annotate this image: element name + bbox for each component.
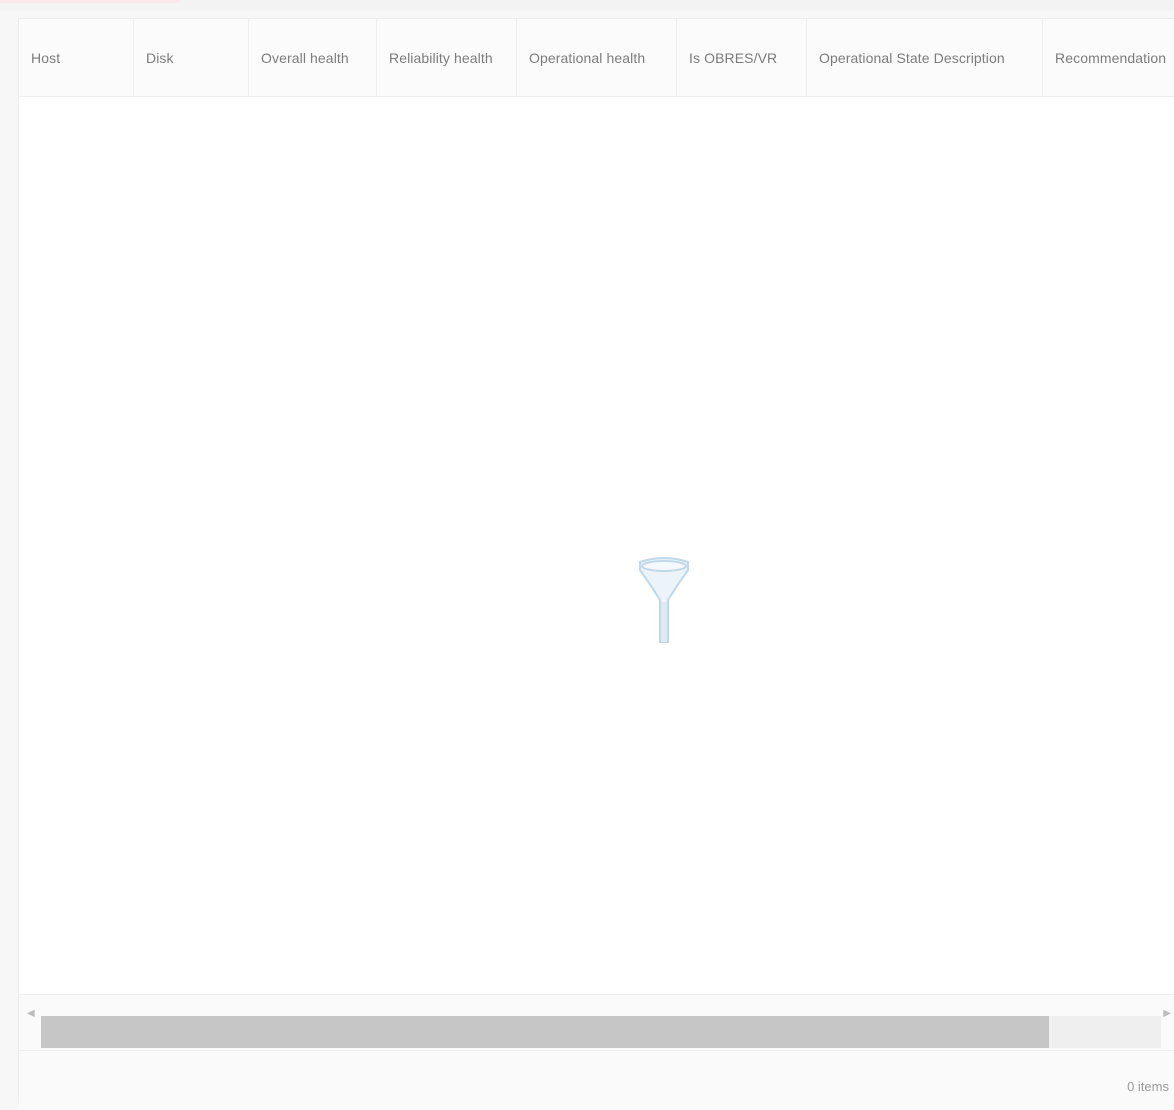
grid-header: Host Disk Overall health Reliability hea…: [19, 18, 1174, 97]
item-count: 0 items: [1127, 1079, 1169, 1094]
grid-footer: 0 items: [19, 1050, 1174, 1110]
column-header-host[interactable]: Host: [19, 18, 134, 97]
column-header-operational-health[interactable]: Operational health: [517, 18, 677, 97]
scroll-right-icon[interactable]: ▶: [1159, 1007, 1171, 1021]
horizontal-scrollbar[interactable]: ◀ ▶: [19, 994, 1174, 1050]
top-strip: [0, 0, 1174, 10]
column-header-is-obres[interactable]: Is OBRES/VR: [677, 18, 807, 97]
column-header-disk[interactable]: Disk: [134, 18, 249, 97]
scroll-left-icon[interactable]: ◀: [27, 1007, 39, 1021]
scrollbar-thumb[interactable]: [41, 1016, 1049, 1048]
column-header-overall-health[interactable]: Overall health: [249, 18, 377, 97]
grid-body: [19, 98, 1174, 993]
scrollbar-track[interactable]: [41, 1016, 1161, 1048]
data-grid: Host Disk Overall health Reliability hea…: [18, 18, 1174, 1110]
column-header-reliability-health[interactable]: Reliability health: [377, 18, 517, 97]
accent-bar: [0, 0, 180, 3]
funnel-icon: [639, 557, 689, 643]
column-header-recommendation[interactable]: Recommendation: [1043, 19, 1174, 97]
column-header-operational-state-description[interactable]: Operational State Description: [807, 18, 1043, 97]
